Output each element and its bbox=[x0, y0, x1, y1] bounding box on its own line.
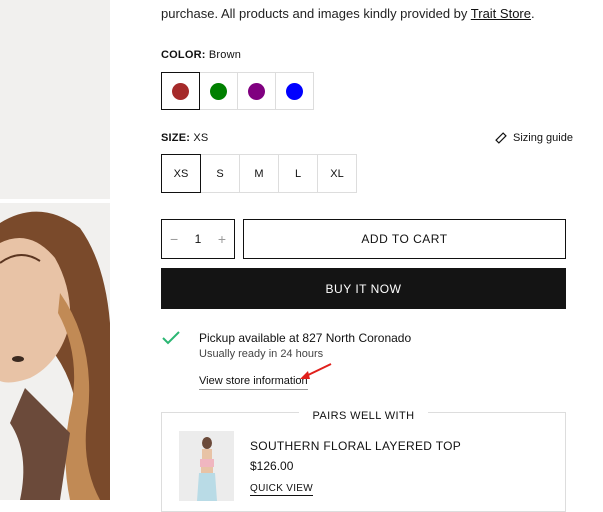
quantity-decrease-button[interactable]: − bbox=[170, 231, 178, 247]
swatch-dot bbox=[248, 82, 265, 100]
buy-it-now-button[interactable]: BUY IT NOW bbox=[161, 268, 566, 309]
color-label: COLOR: Brown bbox=[161, 49, 241, 61]
size-option-m[interactable]: M bbox=[239, 154, 279, 193]
size-selected-value: XS bbox=[193, 132, 209, 144]
sizing-guide-link[interactable]: Sizing guide bbox=[495, 132, 573, 144]
swatch-green[interactable] bbox=[199, 72, 238, 110]
swatch-dot bbox=[210, 82, 227, 100]
sizing-guide-label: Sizing guide bbox=[513, 132, 573, 144]
swatch-dot bbox=[172, 82, 189, 100]
pairs-title-text: PAIRS WELL WITH bbox=[298, 410, 429, 422]
annotation-arrow-icon bbox=[298, 362, 334, 387]
size-option-xs[interactable]: XS bbox=[161, 154, 201, 193]
size-label: SIZE: XS bbox=[161, 132, 208, 144]
size-options: XS S M L XL bbox=[161, 154, 357, 193]
quick-view-button[interactable]: QUICK VIEW bbox=[250, 483, 314, 496]
pairs-title: PAIRS WELL WITH bbox=[162, 406, 565, 424]
quantity-increase-button[interactable]: + bbox=[218, 231, 226, 247]
swatch-purple[interactable] bbox=[237, 72, 276, 110]
pairs-well-with-section: PAIRS WELL WITH SOUTHERN FLORAL LAYERED … bbox=[161, 410, 566, 512]
ruler-icon bbox=[495, 132, 507, 144]
product-image-model bbox=[0, 203, 110, 500]
pickup-location: 827 North Coronado bbox=[302, 331, 412, 345]
color-selected-value: Brown bbox=[208, 49, 242, 61]
size-label-key: SIZE: bbox=[161, 132, 191, 144]
paired-product-price: $126.00 bbox=[250, 459, 294, 473]
pickup-availability: Pickup available at 827 North Coronado bbox=[199, 331, 411, 345]
pickup-ready-time: Usually ready in 24 hours bbox=[199, 348, 324, 360]
size-option-s[interactable]: S bbox=[200, 154, 240, 193]
product-image-top bbox=[0, 0, 110, 199]
pickup-prefix: Pickup available at bbox=[199, 331, 303, 345]
trait-store-link[interactable]: Trait Store bbox=[471, 6, 531, 21]
description-end: . bbox=[530, 6, 535, 21]
check-icon bbox=[161, 330, 181, 351]
quantity-value[interactable]: 1 bbox=[195, 232, 202, 246]
swatch-brown[interactable] bbox=[161, 72, 200, 110]
product-thumbnail[interactable] bbox=[179, 431, 234, 501]
swatch-blue[interactable] bbox=[275, 72, 314, 110]
description-text: purchase. All products and images kindly… bbox=[161, 6, 471, 21]
quantity-stepper: − 1 + bbox=[161, 219, 235, 259]
swatch-dot bbox=[286, 82, 303, 100]
add-to-cart-button[interactable]: ADD TO CART bbox=[243, 219, 566, 259]
size-option-l[interactable]: L bbox=[278, 154, 318, 193]
color-label-key: COLOR: bbox=[161, 49, 206, 61]
product-description: purchase. All products and images kindly… bbox=[161, 6, 535, 21]
model-photo bbox=[0, 211, 110, 500]
view-store-information-link[interactable]: View store information bbox=[199, 375, 308, 390]
paired-product-name[interactable]: SOUTHERN FLORAL LAYERED TOP bbox=[250, 439, 461, 453]
size-option-xl[interactable]: XL bbox=[317, 154, 357, 193]
color-swatches bbox=[161, 72, 314, 110]
